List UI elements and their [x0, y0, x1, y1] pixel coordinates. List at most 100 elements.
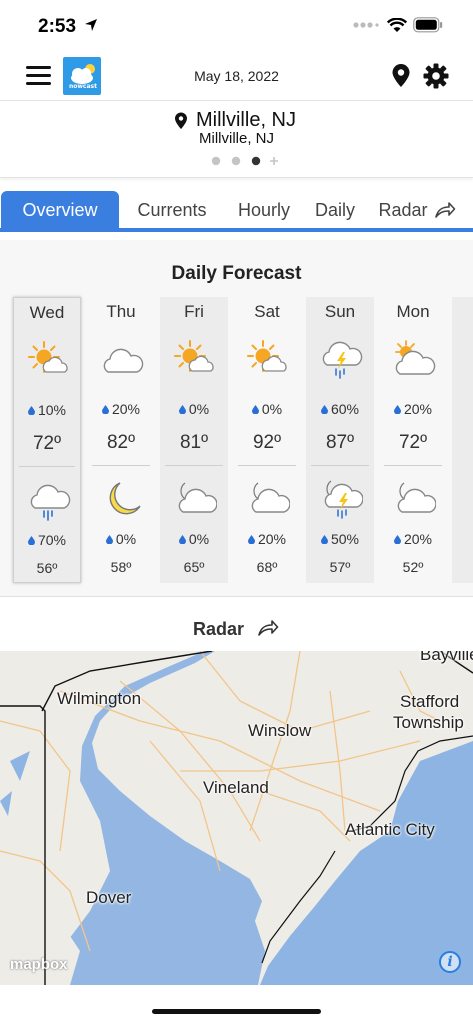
location-title: Millville, NJ — [196, 109, 296, 131]
night-precip-value: 0% — [115, 531, 137, 547]
home-indicator[interactable] — [152, 1009, 321, 1014]
day-precip: 60% — [306, 401, 374, 417]
day-name: Mon — [396, 302, 430, 321]
tab-radar[interactable]: Radar — [376, 191, 430, 229]
tab-bar: Overview Currents Hourly Daily Radar — [0, 191, 473, 233]
tab-hourly[interactable]: Hourly — [228, 191, 300, 229]
low-temp: 57º — [329, 559, 351, 575]
day-precip-value: 20% — [403, 401, 433, 417]
low-temp: 68º — [256, 559, 278, 575]
map-label-township: Township — [393, 713, 464, 732]
day-column-sun[interactable]: Sun 60% 87º 50% 57º — [306, 297, 374, 583]
divider — [92, 465, 150, 466]
night-precip: 20% — [233, 531, 301, 547]
day-precip-value: 60% — [330, 401, 360, 417]
night-precip-value: 50% — [330, 531, 360, 547]
map-label-bayville: Bayville — [420, 651, 473, 664]
map-label-winslow: Winslow — [248, 721, 312, 740]
raindrop-icon — [178, 535, 186, 544]
tab-currents[interactable]: Currents — [128, 191, 216, 229]
divider — [384, 465, 442, 466]
partly-cloudy-night-icon — [246, 478, 290, 522]
day-precip: 0% — [233, 401, 301, 417]
low-temp: 58º — [110, 559, 132, 575]
high-temp: 72º — [32, 433, 62, 454]
high-temp: 72º — [398, 432, 428, 453]
tab-underline — [0, 228, 473, 232]
tab-radar-share-icon[interactable] — [434, 200, 456, 220]
day-column-fri[interactable]: Fri 0% 81º 0% 65º — [160, 297, 228, 583]
day-column-sat[interactable]: Sat 0% 92º 20% 68º — [233, 297, 301, 583]
radar-title: Radar — [193, 619, 245, 639]
partly-cloudy-night-icon — [173, 478, 217, 522]
day-name: Thu — [106, 302, 136, 321]
raindrop-icon — [320, 535, 328, 544]
partly-sunny-icon — [27, 339, 71, 383]
map-label-vineland: Vineland — [203, 778, 269, 797]
map-label-atlantic-city: Atlantic City — [345, 820, 435, 839]
radar-map[interactable]: Wilmington Stafford Township Winslow Vin… — [0, 651, 473, 985]
low-temp: 56º — [36, 560, 58, 576]
high-temp: 92º — [252, 432, 282, 453]
location-page-indicator[interactable] — [211, 155, 281, 167]
status-time: 2:53 — [38, 16, 77, 37]
raindrop-icon — [320, 405, 328, 414]
night-thunderstorm-icon — [319, 478, 363, 522]
raindrop-icon — [178, 405, 186, 414]
night-precip-value: 20% — [403, 531, 433, 547]
partly-cloudy-night-icon — [392, 478, 436, 522]
day-column-mon[interactable]: Mon 20% 72º 20% 52º — [379, 297, 447, 583]
day-precip: 20% — [87, 401, 155, 417]
day-precip: 10% — [14, 402, 80, 418]
day-name: Wed — [29, 303, 65, 322]
crescent-moon-icon — [100, 478, 144, 522]
day-precip-value: 20% — [111, 401, 141, 417]
partly-sunny-icon — [173, 338, 217, 382]
location-selector[interactable]: Millville, NJ Millville, NJ — [0, 100, 473, 178]
high-temp: 81º — [179, 432, 209, 453]
mapbox-logo[interactable]: mapbox — [10, 956, 68, 973]
day-name: Sat — [254, 302, 280, 321]
app-header: nowcast May 18, 2022 — [0, 52, 473, 100]
day-precip: 0% — [160, 401, 228, 417]
day-precip-value: 0% — [261, 401, 283, 417]
location-pin-icon — [175, 112, 187, 129]
raindrop-icon — [393, 535, 401, 544]
share-icon[interactable] — [257, 618, 279, 638]
night-precip: 70% — [14, 532, 80, 548]
day-name: Sun — [324, 302, 356, 321]
divider — [311, 465, 369, 466]
low-temp: 52º — [402, 559, 424, 575]
location-subtitle: Millville, NJ — [199, 130, 274, 147]
rain-cloud-icon — [27, 479, 71, 523]
day-precip-value: 0% — [188, 401, 210, 417]
low-temp: 65º — [183, 559, 205, 575]
mostly-cloudy-icon — [392, 338, 436, 382]
night-precip: 0% — [87, 531, 155, 547]
divider — [165, 465, 223, 466]
divider — [19, 466, 75, 467]
partly-sunny-icon — [246, 338, 290, 382]
day-column-partial[interactable] — [452, 297, 473, 583]
location-arrow-icon — [85, 19, 97, 31]
battery-icon — [413, 17, 443, 33]
radar-section-header[interactable]: Radar — [0, 596, 473, 652]
tab-daily[interactable]: Daily — [306, 191, 364, 229]
settings-gear-icon[interactable] — [423, 63, 449, 89]
map-label-stafford: Stafford — [400, 692, 460, 711]
map-label-wilmington: Wilmington — [57, 689, 142, 708]
day-name: Fri — [184, 302, 204, 321]
map-pin-icon[interactable] — [391, 63, 411, 89]
map-label-dover: Dover — [86, 888, 132, 907]
raindrop-icon — [105, 535, 113, 544]
high-temp: 87º — [325, 432, 355, 453]
logo-text: nowcast — [69, 83, 97, 90]
night-precip-value: 20% — [257, 531, 287, 547]
night-precip-value: 0% — [188, 531, 210, 547]
map-info-button[interactable]: i — [439, 951, 461, 973]
day-column-wed[interactable]: Wed 10% 72º 70% 56º — [13, 297, 81, 583]
tab-overview[interactable]: Overview — [1, 191, 119, 229]
day-column-thu[interactable]: Thu 20% 82º 0% 58º — [87, 297, 155, 583]
daily-forecast-heading: Daily Forecast — [171, 263, 302, 284]
raindrop-icon — [101, 405, 109, 414]
